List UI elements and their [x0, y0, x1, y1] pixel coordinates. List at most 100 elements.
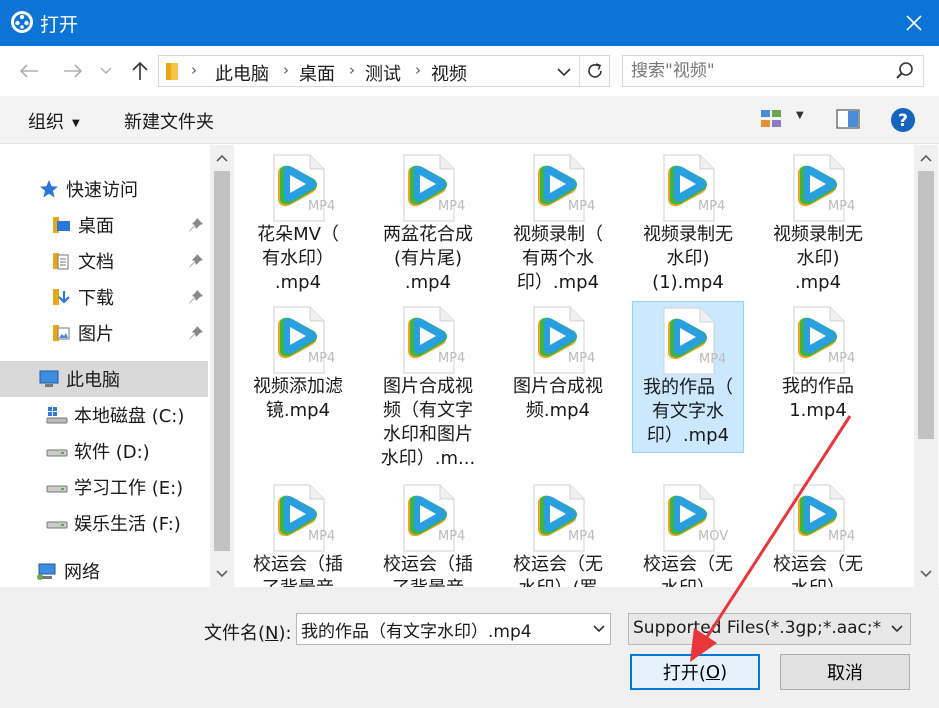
file-extension-label: MP4: [698, 199, 726, 214]
file-name-line: 水印）: [632, 577, 744, 587]
breadcrumb-test[interactable]: 测试: [365, 60, 401, 86]
file-name-line: 1.mp4: [789, 400, 847, 421]
scrollbar-thumb[interactable]: [918, 171, 934, 439]
sidebar-item-drive-f[interactable]: 娱乐生活 (F:): [0, 505, 208, 541]
file-extension-label: MP4: [568, 199, 596, 214]
file-item[interactable]: MOV 校运会（无水印）: [632, 479, 744, 587]
file-item[interactable]: MP4 校运会（插了背景音: [242, 479, 354, 587]
search-icon: [896, 62, 913, 79]
file-name-line: (1).mp4: [652, 272, 724, 293]
desktop-folder-icon: [50, 214, 72, 236]
sidebar-item-this-pc[interactable]: 此电脑: [0, 361, 208, 397]
sidebar-item-quick-access[interactable]: 快速访问: [0, 171, 208, 207]
sidebar-item-drive-c[interactable]: 本地磁盘 (C:): [0, 397, 208, 433]
address-bar[interactable]: › 此电脑 › 桌面 › 测试 › 视频: [158, 55, 610, 87]
file-item[interactable]: MP4 我的作品（ 有文字水 印）.mp4: [632, 301, 744, 453]
breadcrumb-this-pc[interactable]: 此电脑: [215, 60, 269, 86]
file-name-label-end: ):: [278, 623, 292, 644]
file-type-select[interactable]: Supported Files(*.3gp;*.aac;*.: [628, 613, 911, 645]
file-name-line: 有两个水: [522, 248, 594, 269]
new-folder-button[interactable]: 新建文件夹: [124, 108, 214, 134]
file-item[interactable]: MP4 视频录制（ 有两个水 印）.mp4: [502, 149, 614, 295]
scroll-down-icon[interactable]: [210, 563, 234, 585]
file-item[interactable]: MP4 图片合成视 频（有文字 水印和图片 水印）.m...: [372, 301, 484, 471]
file-item[interactable]: MP4 图片合成视 频.mp4: [502, 301, 614, 423]
file-item[interactable]: MP4 校运会（插了背景音: [372, 479, 484, 587]
sidebar-item-desktop[interactable]: 桌面: [0, 207, 208, 243]
forward-button[interactable]: [61, 59, 85, 83]
file-type-value: Supported Files(*.3gp;*.aac;*.: [633, 618, 883, 638]
file-name-line: 我的作品（: [643, 377, 733, 398]
scrollbar-thumb[interactable]: [214, 171, 230, 551]
sidebar-item-pictures[interactable]: 图片: [0, 315, 208, 351]
sidebar-item-label: 下载: [78, 288, 114, 309]
view-dropdown-icon[interactable]: ▼: [796, 110, 804, 121]
file-name-line: 我的作品: [782, 376, 854, 397]
pin-icon[interactable]: [188, 253, 204, 269]
file-item[interactable]: MP4 校运会（无水印）: [762, 479, 874, 587]
scroll-up-icon[interactable]: [210, 147, 234, 169]
file-name-line: 有文字水: [652, 401, 724, 422]
view-options-icon[interactable]: [760, 108, 784, 130]
file-name-line: 水印): [796, 248, 840, 269]
file-name-label: 文件名(N):: [204, 619, 292, 645]
breadcrumb-separator[interactable]: ›: [349, 61, 355, 79]
refresh-button[interactable]: [579, 56, 609, 86]
file-name-line: 了背景音: [242, 577, 354, 587]
file-item[interactable]: MP4 我的作品 1.mp4: [762, 301, 874, 423]
breadcrumb-separator[interactable]: ›: [415, 61, 421, 79]
search-input[interactable]: [631, 59, 881, 83]
address-history-button[interactable]: [551, 59, 577, 85]
cancel-button[interactable]: 取消: [780, 654, 910, 690]
search-box[interactable]: [622, 55, 924, 87]
pin-icon[interactable]: [188, 289, 204, 305]
title-bar: 打开: [0, 0, 939, 46]
back-button[interactable]: [17, 59, 41, 83]
file-name-input[interactable]: [301, 617, 571, 641]
sidebar-scrollbar[interactable]: [210, 145, 234, 587]
chevron-down-icon[interactable]: [592, 620, 606, 638]
recent-locations-button[interactable]: [98, 59, 114, 83]
file-item[interactable]: MP4 视频录制无 水印) .mp4: [762, 149, 874, 295]
file-extension-label: MP4: [308, 199, 336, 214]
chevron-down-icon: [557, 67, 571, 76]
file-extension-label: MP4: [699, 352, 727, 367]
file-item[interactable]: MP4 花朵MV（ 有水印） .mp4: [242, 149, 354, 295]
pin-icon[interactable]: [188, 325, 204, 341]
breadcrumb-separator[interactable]: ›: [191, 61, 197, 79]
file-name-line: 了背景音: [372, 577, 484, 587]
file-item[interactable]: MP4 校运会（无水印）(罗: [502, 479, 614, 587]
breadcrumb-desktop[interactable]: 桌面: [299, 60, 335, 86]
breadcrumb-separator[interactable]: ›: [283, 61, 289, 79]
sidebar-item-drive-d[interactable]: 软件 (D:): [0, 433, 208, 469]
windows-drive-icon: [46, 404, 68, 426]
pin-icon[interactable]: [188, 217, 204, 233]
file-item[interactable]: MP4 视频添加滤 镜.mp4: [242, 301, 354, 423]
file-name-line: .mp4: [404, 272, 452, 293]
sidebar-item-downloads[interactable]: 下载: [0, 279, 208, 315]
file-name-line: 图片合成视: [383, 376, 473, 397]
file-item[interactable]: MP4 两盆花合成 (有片尾) .mp4: [372, 149, 484, 295]
sidebar-item-drive-e[interactable]: 学习工作 (E:): [0, 469, 208, 505]
close-button[interactable]: [889, 0, 939, 46]
up-button[interactable]: [128, 59, 152, 83]
help-icon[interactable]: ?: [890, 107, 916, 133]
breadcrumb-video[interactable]: 视频: [431, 60, 467, 86]
organize-button[interactable]: 组织 ▼: [28, 108, 80, 134]
scroll-down-icon[interactable]: [914, 563, 938, 585]
open-button[interactable]: 打开(O): [630, 654, 760, 690]
file-name-line: 视频录制无: [643, 224, 733, 245]
open-hotkey: O: [705, 661, 721, 683]
scroll-up-icon[interactable]: [914, 147, 938, 169]
file-name-label-text: 文件名(: [204, 623, 266, 644]
file-name-line: 频.mp4: [525, 400, 591, 421]
sidebar-item-network[interactable]: 网络: [0, 553, 208, 589]
sidebar-item-documents[interactable]: 文档: [0, 243, 208, 279]
file-name-line: 频（有文字: [383, 400, 473, 421]
file-item[interactable]: MP4 视频录制无 水印) (1).mp4: [632, 149, 744, 295]
file-list-scrollbar[interactable]: [914, 145, 938, 587]
star-icon: [38, 178, 60, 200]
file-name-combobox[interactable]: [296, 613, 611, 645]
preview-pane-icon[interactable]: [836, 108, 860, 130]
caret-down-icon: ▼: [72, 117, 80, 129]
